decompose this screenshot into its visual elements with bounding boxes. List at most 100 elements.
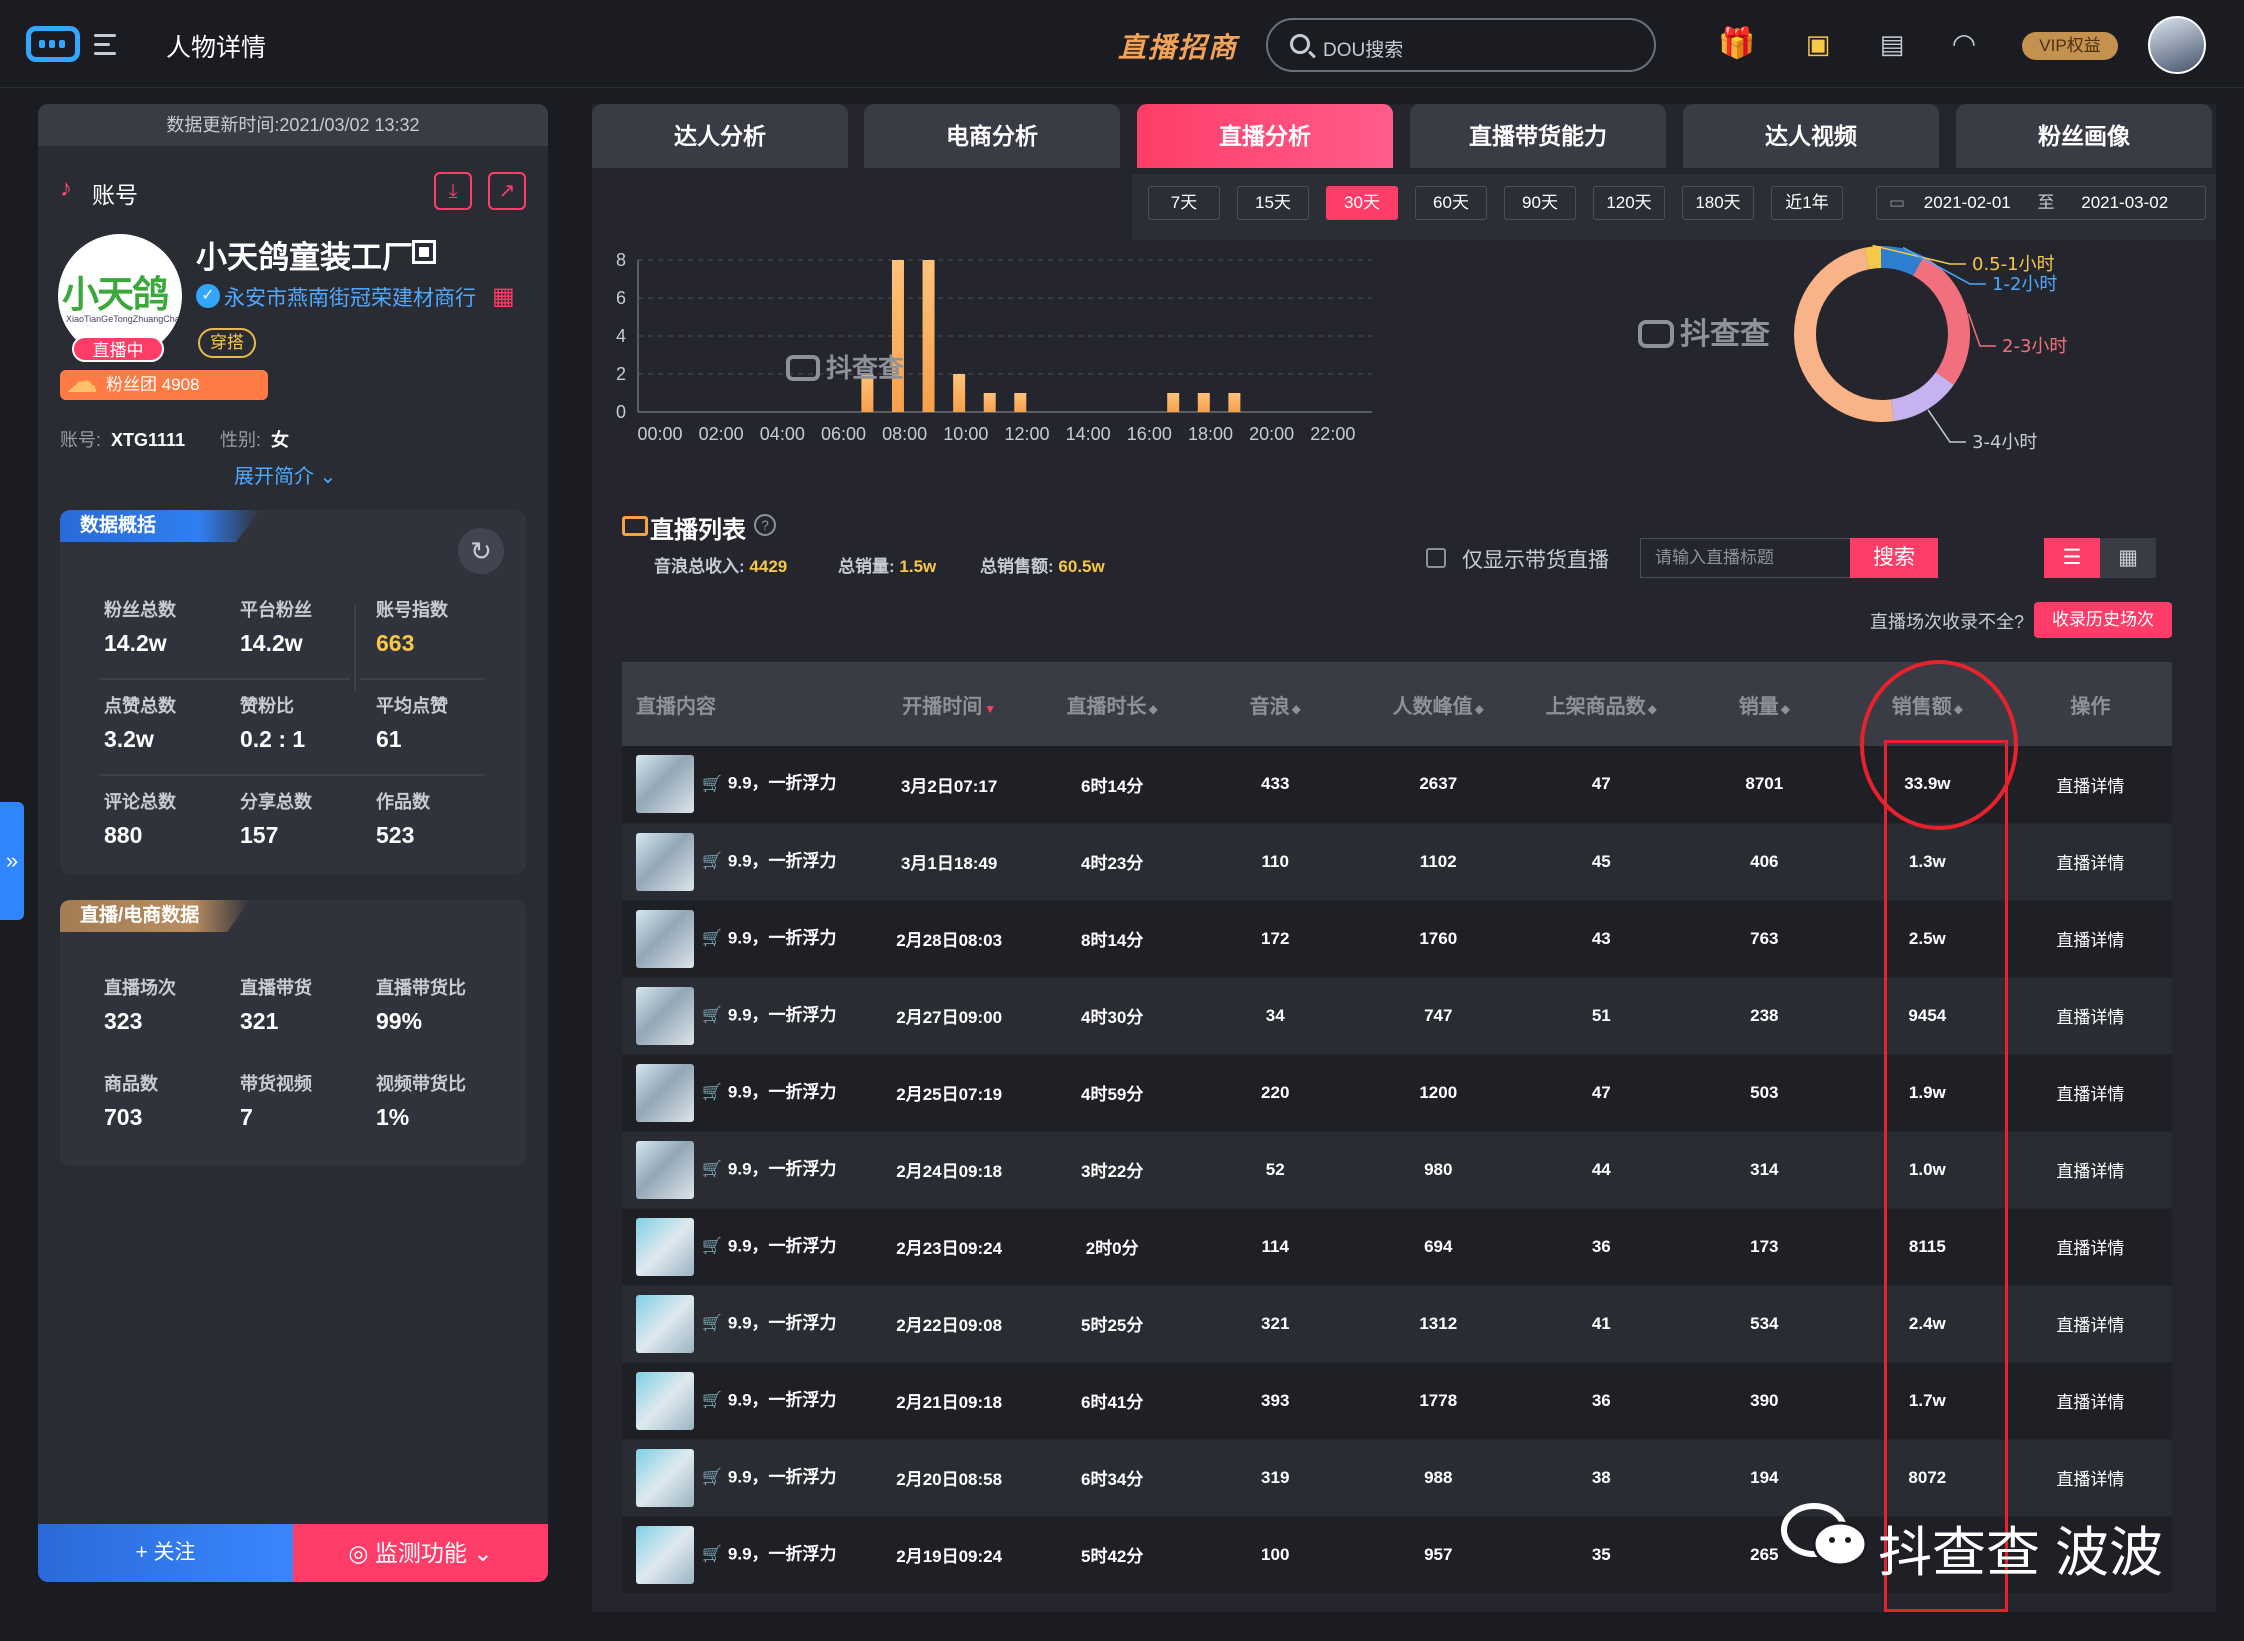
document-icon[interactable]: ▤ xyxy=(1874,26,1910,62)
history-button[interactable]: 收录历史场次 xyxy=(2034,602,2172,638)
bar-11:00[interactable] xyxy=(983,393,996,412)
live-thumbnail[interactable] xyxy=(636,986,694,1045)
live-detail-link[interactable]: 直播详情 xyxy=(2008,1054,2172,1132)
live-thumbnail[interactable] xyxy=(636,1294,694,1353)
donut-slice-0.5-1小时[interactable] xyxy=(1864,246,1882,270)
live-content-cell[interactable]: 🛒 9.9，一折浮力 xyxy=(622,746,868,824)
col-start-time[interactable]: 开播时间 ▼ xyxy=(867,662,1031,746)
live-thumbnail[interactable] xyxy=(636,1217,694,1276)
col-peak[interactable]: 人数峰值 ◆ xyxy=(1356,662,1520,746)
date-range-picker[interactable]: ▭ 2021-02-01 至 2021-03-02 xyxy=(1876,186,2206,220)
tab-influencer-analysis[interactable]: 达人分析 xyxy=(592,104,848,168)
live-merchant-link[interactable]: 直播招商 xyxy=(1118,26,1238,66)
bar-09:00[interactable] xyxy=(922,260,935,412)
user-avatar[interactable] xyxy=(2148,16,2206,74)
refresh-icon[interactable]: ↻ xyxy=(458,528,504,574)
external-link-icon[interactable]: ↗ xyxy=(488,172,526,210)
live-thumbnail[interactable] xyxy=(636,1525,694,1584)
stat-live-selling-ratio: 直播带货比 99% xyxy=(376,978,466,1034)
range-button[interactable]: 15天 xyxy=(1237,186,1309,220)
grid-view-icon[interactable]: ▦ xyxy=(2100,538,2156,578)
live-search-button[interactable]: 搜索 xyxy=(1850,538,1938,578)
bar-12:00[interactable] xyxy=(1014,393,1027,412)
tab-live-selling-ability[interactable]: 直播带货能力 xyxy=(1410,104,1666,168)
download-icon[interactable]: ⤓ xyxy=(434,172,472,210)
bar-10:00[interactable] xyxy=(953,374,966,412)
tab-live-analysis[interactable]: 直播分析 xyxy=(1137,104,1393,168)
list-view-icon[interactable]: ☰ xyxy=(2044,538,2100,578)
col-duration[interactable]: 直播时长 ◆ xyxy=(1030,662,1194,746)
cart-icon: 🛒 xyxy=(702,1006,722,1024)
app-logo-icon[interactable] xyxy=(26,26,80,62)
live-thumbnail[interactable] xyxy=(636,1140,694,1199)
live-content-cell[interactable]: 🛒 9.9，一折浮力 xyxy=(622,900,868,978)
live-detail-link[interactable]: 直播详情 xyxy=(2008,1208,2172,1286)
cell-peak: 747 xyxy=(1356,977,1520,1055)
live-content-cell[interactable]: 🛒 9.9，一折浮力 xyxy=(622,1516,868,1594)
col-yinlang[interactable]: 音浪 ◆ xyxy=(1193,662,1357,746)
range-button[interactable]: 180天 xyxy=(1682,186,1754,220)
tab-fan-profile[interactable]: 粉丝画像 xyxy=(1956,104,2212,168)
menu-toggle-icon[interactable] xyxy=(94,34,120,56)
headset-icon[interactable]: ◠ xyxy=(1946,26,1982,62)
live-detail-link[interactable]: 直播详情 xyxy=(2008,823,2172,901)
donut-slice-4小时以上[interactable] xyxy=(1794,247,1895,422)
follow-button[interactable]: + 关注 xyxy=(38,1524,293,1582)
vip-badge[interactable]: VIP权益 xyxy=(2022,32,2118,60)
col-sales[interactable]: 销量 ◆ xyxy=(1682,662,1846,746)
live-detail-link[interactable]: 直播详情 xyxy=(2008,900,2172,978)
only-goods-checkbox[interactable] xyxy=(1426,548,1446,568)
range-button[interactable]: 90天 xyxy=(1504,186,1576,220)
live-detail-link[interactable]: 直播详情 xyxy=(2008,1285,2172,1363)
col-goods[interactable]: 上架商品数 ◆ xyxy=(1519,662,1683,746)
qr-code-icon[interactable] xyxy=(412,240,436,264)
range-button[interactable]: 近1年 xyxy=(1771,186,1843,220)
bar-08:00[interactable] xyxy=(891,260,904,412)
live-detail-link[interactable]: 直播详情 xyxy=(2008,977,2172,1055)
monitor-button[interactable]: ◎ 监测功能 ⌄ xyxy=(293,1524,548,1582)
live-content-cell[interactable]: 🛒 9.9，一折浮力 xyxy=(622,1131,868,1209)
cell-yl: 321 xyxy=(1193,1285,1357,1363)
live-detail-link[interactable]: 直播详情 xyxy=(2008,1362,2172,1440)
live-content-cell[interactable]: 🛒 9.9，一折浮力 xyxy=(622,1362,868,1440)
range-button[interactable]: 30天 xyxy=(1326,186,1398,220)
live-title-search-input[interactable]: 请输入直播标题 xyxy=(1640,538,1850,578)
expand-bio-link[interactable]: 展开简介 ⌄ xyxy=(234,460,336,489)
side-expand-handle[interactable]: » xyxy=(0,802,24,920)
dou-search-input[interactable]: DOU搜索 xyxy=(1266,18,1656,72)
live-duration-donut: 0.5-1小时1-2小时 2-3小时 3-4小时 抖查查 xyxy=(1638,244,2067,453)
live-content-cell[interactable]: 🛒 9.9，一折浮力 xyxy=(622,1208,868,1286)
donut-slice-1-2小时[interactable] xyxy=(1880,246,1924,276)
live-thumbnail[interactable] xyxy=(636,1063,694,1122)
bar-18:00[interactable] xyxy=(1197,393,1210,412)
bar-19:00[interactable] xyxy=(1228,393,1241,412)
help-icon[interactable]: ? xyxy=(754,514,776,536)
donut-slice-3-4小时[interactable] xyxy=(1890,371,1954,422)
live-thumbnail[interactable] xyxy=(636,1371,694,1430)
cell-goods: 41 xyxy=(1519,1285,1683,1363)
live-detail-link[interactable]: 直播详情 xyxy=(2008,1131,2172,1209)
live-content-cell[interactable]: 🛒 9.9，一折浮力 xyxy=(622,823,868,901)
live-thumbnail[interactable] xyxy=(636,1448,694,1507)
donut-slice-2-3小时[interactable] xyxy=(1912,256,1970,385)
cell-goods: 45 xyxy=(1519,823,1683,901)
live-thumbnail[interactable] xyxy=(636,832,694,891)
shop-name-link[interactable]: 永安市燕南街冠荣建材商行 xyxy=(224,282,476,312)
tab-ecommerce-analysis[interactable]: 电商分析 xyxy=(864,104,1120,168)
live-content-cell[interactable]: 🛒 9.9，一折浮力 xyxy=(622,1054,868,1132)
live-detail-link[interactable]: 直播详情 xyxy=(2008,1439,2172,1517)
live-content-cell[interactable]: 🛒 9.9，一折浮力 xyxy=(622,1439,868,1517)
bar-17:00[interactable] xyxy=(1167,393,1180,412)
live-thumbnail[interactable] xyxy=(636,909,694,968)
range-button[interactable]: 7天 xyxy=(1148,186,1220,220)
live-detail-link[interactable]: 直播详情 xyxy=(2008,746,2172,824)
live-content-cell[interactable]: 🛒 9.9，一折浮力 xyxy=(622,1285,868,1363)
live-content-cell[interactable]: 🛒 9.9，一折浮力 xyxy=(622,977,868,1055)
range-button[interactable]: 120天 xyxy=(1593,186,1665,220)
stat-account-index: 账号指数 663 xyxy=(376,600,448,656)
tab-influencer-videos[interactable]: 达人视频 xyxy=(1683,104,1939,168)
gift-icon[interactable]: 🎁 xyxy=(1718,26,1755,62)
live-thumbnail[interactable] xyxy=(636,755,694,814)
check-in-icon[interactable]: ▣ xyxy=(1800,26,1836,62)
range-button[interactable]: 60天 xyxy=(1415,186,1487,220)
